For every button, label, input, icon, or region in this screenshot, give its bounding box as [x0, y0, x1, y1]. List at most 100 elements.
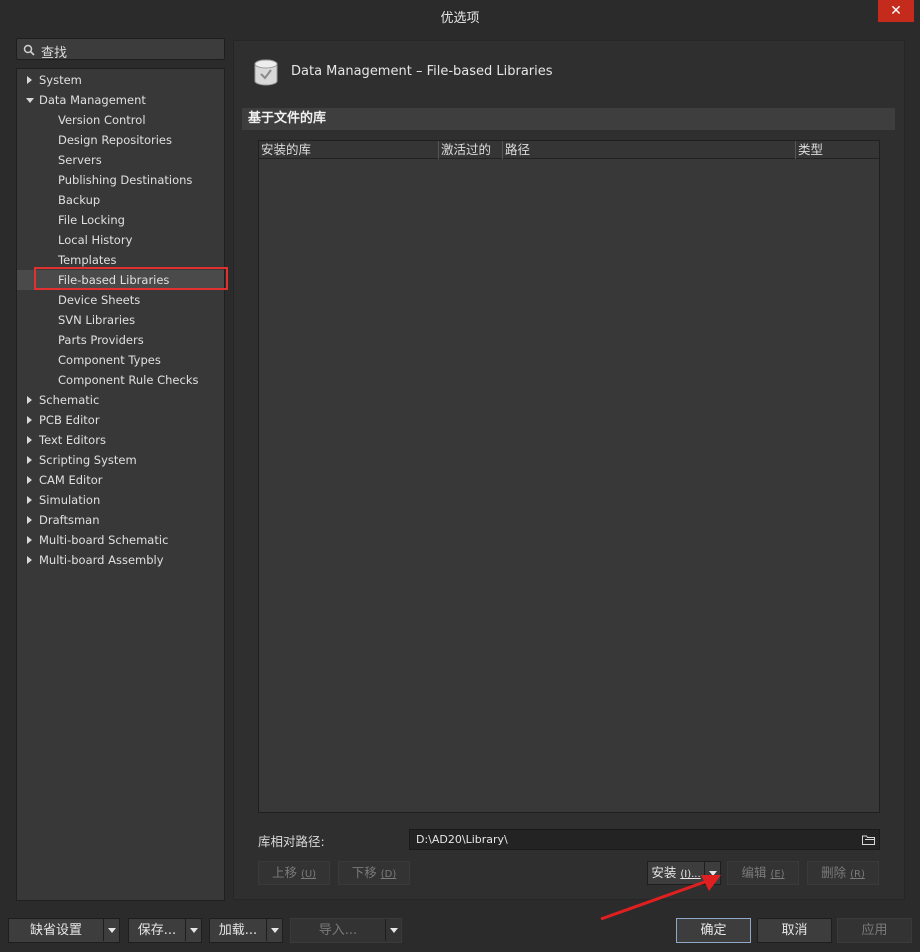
tree-item-simulation[interactable]: Simulation — [17, 490, 224, 510]
save-dropdown-arrow[interactable] — [185, 919, 201, 941]
column-header-activated[interactable]: 激活过的 — [439, 141, 503, 159]
column-header-type[interactable]: 类型 — [796, 141, 879, 159]
search-label: 查找 — [41, 46, 68, 61]
window-title: 优选项 — [440, 11, 480, 26]
import-button[interactable]: 导入... — [290, 918, 402, 943]
delete-label: 删除 — [821, 865, 847, 880]
column-header-installed[interactable]: 安装的库 — [259, 141, 439, 159]
save-label: 保存... — [137, 923, 177, 938]
move-up-button[interactable]: 上移 (U) — [258, 861, 330, 885]
tree-item-label: Multi-board Assembly — [39, 553, 164, 567]
tree-item-text-editors[interactable]: Text Editors — [17, 430, 224, 450]
tree-item-schematic[interactable]: Schematic — [17, 390, 224, 410]
tree-item-draftsman[interactable]: Draftsman — [17, 510, 224, 530]
relative-path-value: D:\AD20\Library\ — [416, 833, 508, 846]
tree-item-label: Publishing Destinations — [58, 173, 193, 187]
tree-item-scripting-system[interactable]: Scripting System — [17, 450, 224, 470]
move-up-label: 上移 — [271, 865, 297, 880]
tree-item-label: Servers — [58, 153, 102, 167]
tree-item-label: CAM Editor — [39, 473, 103, 487]
tree-item-multi-board-schematic[interactable]: Multi-board Schematic — [17, 530, 224, 550]
chevron-right-icon[interactable] — [25, 530, 35, 550]
edit-button[interactable]: 编辑 (E) — [727, 861, 799, 885]
tree-item-publishing-destinations[interactable]: Publishing Destinations — [17, 170, 224, 190]
tree-item-label: PCB Editor — [39, 413, 100, 427]
defaults-dropdown-arrow[interactable] — [103, 919, 119, 941]
database-check-icon — [254, 59, 278, 86]
tree-item-label: Component Types — [58, 353, 161, 367]
cancel-button[interactable]: 取消 — [757, 918, 832, 943]
tree-item-svn-libraries[interactable]: SVN Libraries — [17, 310, 224, 330]
tree-item-file-locking[interactable]: File Locking — [17, 210, 224, 230]
edit-label: 编辑 — [741, 865, 767, 880]
tree-item-system[interactable]: System — [17, 70, 224, 90]
search-icon — [23, 44, 35, 56]
tree-item-label: Backup — [58, 193, 101, 207]
chevron-right-icon[interactable] — [25, 490, 35, 510]
apply-button[interactable]: 应用 — [837, 918, 912, 943]
chevron-right-icon[interactable] — [25, 390, 35, 410]
libraries-table[interactable]: 安装的库 激活过的 路径 类型 — [258, 140, 880, 813]
chevron-right-icon[interactable] — [25, 470, 35, 490]
tree-item-label: Multi-board Schematic — [39, 533, 169, 547]
tree-item-version-control[interactable]: Version Control — [17, 110, 224, 130]
chevron-down-icon[interactable] — [25, 90, 35, 110]
tree-item-file-based-libraries[interactable]: File-based Libraries — [17, 270, 224, 290]
chevron-right-icon[interactable] — [25, 450, 35, 470]
preferences-tree[interactable]: System Data Management Version Control Desi… — [16, 68, 225, 901]
edit-hotkey: (E) — [770, 869, 785, 880]
save-button[interactable]: 保存... — [128, 918, 202, 943]
close-button[interactable]: ✕ — [878, 0, 914, 22]
chevron-right-icon[interactable] — [25, 550, 35, 570]
tree-item-local-history[interactable]: Local History — [17, 230, 224, 250]
tree-item-label: Text Editors — [39, 433, 106, 447]
title-bar: 优选项 ✕ — [0, 0, 920, 30]
folder-open-icon[interactable] — [862, 834, 875, 845]
tree-item-label: Templates — [58, 253, 117, 267]
annotation-arrow — [600, 875, 721, 921]
move-down-button[interactable]: 下移 (D) — [338, 861, 410, 885]
chevron-right-icon[interactable] — [25, 410, 35, 430]
tree-item-parts-providers[interactable]: Parts Providers — [17, 330, 224, 350]
delete-button[interactable]: 删除 (R) — [807, 861, 879, 885]
tree-item-label: Draftsman — [39, 513, 100, 527]
move-down-label: 下移 — [351, 865, 377, 880]
tree-item-label: Schematic — [39, 393, 100, 407]
search-input[interactable]: 查找 — [16, 38, 225, 61]
tree-item-label: Scripting System — [39, 453, 137, 467]
tree-item-label: Data Management — [39, 93, 146, 107]
chevron-right-icon[interactable] — [25, 430, 35, 450]
defaults-label: 缺省设置 — [29, 923, 82, 938]
relative-path-field[interactable]: D:\AD20\Library\ — [409, 829, 880, 850]
tree-item-pcb-editor[interactable]: PCB Editor — [17, 410, 224, 430]
tree-item-component-types[interactable]: Component Types — [17, 350, 224, 370]
tree-item-servers[interactable]: Servers — [17, 150, 224, 170]
tree-item-backup[interactable]: Backup — [17, 190, 224, 210]
chevron-right-icon[interactable] — [25, 510, 35, 530]
tree-item-label: SVN Libraries — [58, 313, 136, 327]
tree-item-label: Parts Providers — [58, 333, 144, 347]
column-header-path[interactable]: 路径 — [503, 141, 796, 159]
tree-item-data-management[interactable]: Data Management — [17, 90, 224, 110]
section-header: 基于文件的库 — [242, 108, 895, 130]
tree-item-label: Version Control — [58, 113, 146, 127]
move-down-hotkey: (D) — [380, 869, 397, 880]
tree-item-label: System — [39, 73, 82, 87]
defaults-button[interactable]: 缺省设置 — [8, 918, 120, 943]
tree-item-component-rule-checks[interactable]: Component Rule Checks — [17, 370, 224, 390]
import-dropdown-arrow[interactable] — [385, 919, 401, 941]
chevron-right-icon[interactable] — [25, 70, 35, 90]
delete-hotkey: (R) — [850, 869, 865, 880]
tree-item-cam-editor[interactable]: CAM Editor — [17, 470, 224, 490]
tree-item-device-sheets[interactable]: Device Sheets — [17, 290, 224, 310]
tree-item-design-repositories[interactable]: Design Repositories — [17, 130, 224, 150]
load-label: 加载... — [218, 923, 258, 938]
tree-item-label: Device Sheets — [58, 293, 141, 307]
tree-item-templates[interactable]: Templates — [17, 250, 224, 270]
load-button[interactable]: 加载... — [209, 918, 283, 943]
relative-path-label: 库相对路径: — [258, 834, 325, 849]
page-title: Data Management – File-based Libraries — [291, 64, 553, 79]
tree-item-multi-board-assembly[interactable]: Multi-board Assembly — [17, 550, 224, 570]
table-header: 安装的库 激活过的 路径 类型 — [259, 141, 879, 159]
load-dropdown-arrow[interactable] — [266, 919, 282, 941]
